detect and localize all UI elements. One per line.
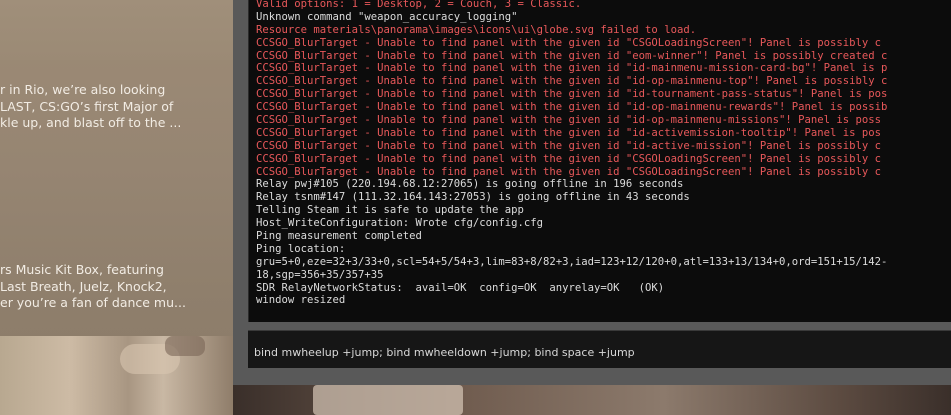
console-log-line: 18,sgp=356+35/357+35 [256, 268, 384, 281]
news-item-image [0, 336, 233, 415]
console-error-line: CCSGO_BlurTarget - Unable to find panel … [256, 152, 882, 165]
console-error-line: CCSGO_BlurTarget - Unable to find panel … [256, 101, 888, 114]
console-error-line: Resource materials\panorama\images\icons… [256, 23, 697, 36]
console-command-input[interactable] [254, 344, 944, 360]
news-item-1-line: LAST, CS:GO’s first Major of [0, 98, 174, 114]
console-log-line: Relay tsnm#147 (111.32.164.143:27053) is… [256, 191, 690, 204]
console-error-line: CCSGO_BlurTarget - Unable to find panel … [256, 88, 888, 101]
console-log: Valid options: 1 = Desktop, 2 = Couch, 3… [256, 0, 887, 307]
news-item-2-line: rs Music Kit Box, featuring [0, 262, 164, 277]
console-log-line: gru=5+0,eze=32+3/33+0,scl=54+5/54+3,lim=… [256, 255, 888, 268]
background-highlight [313, 385, 463, 415]
console-log-line: Ping location: [256, 242, 346, 255]
console-error-line: Valid options: 1 = Desktop, 2 = Couch, 3… [256, 0, 582, 10]
news-item-1-line: kle up, and blast off to the ... [0, 115, 182, 130]
console-log-line: Telling Steam it is safe to update the a… [256, 204, 524, 217]
console-log-line: Host_WriteConfiguration: Wrote cfg/confi… [256, 217, 544, 230]
console-error-line: CCSGO_BlurTarget - Unable to find panel … [256, 62, 888, 75]
news-item-2-line: Last Breath, Juelz, Knock2, [0, 278, 167, 294]
news-item-1[interactable]: r in Rio, we’re also looking LAST, CS:GO… [0, 82, 181, 132]
news-item-1-line: r in Rio, we’re also looking [0, 82, 166, 97]
console-log-line: window resized [256, 294, 346, 307]
background-image [233, 385, 951, 415]
news-item-2[interactable]: rs Music Kit Box, featuring Last Breath,… [0, 262, 186, 312]
console-log-line: Relay pwj#105 (220.194.68.12:27065) is g… [256, 178, 684, 191]
console-error-line: CCSGO_BlurTarget - Unable to find panel … [256, 126, 882, 139]
console-output[interactable]: Valid options: 1 = Desktop, 2 = Couch, 3… [248, 0, 951, 322]
console-window: Valid options: 1 = Desktop, 2 = Couch, 3… [233, 0, 951, 385]
console-error-line: CCSGO_BlurTarget - Unable to find panel … [256, 114, 882, 127]
news-item-2-line: er you’re a fan of dance mu... [0, 295, 186, 310]
console-command-bar [248, 330, 951, 369]
console-log-line: Unknown command "weapon_accuracy_logging… [256, 10, 518, 23]
console-frame-bottom [233, 368, 951, 385]
console-error-line: CCSGO_BlurTarget - Unable to find panel … [256, 36, 882, 49]
news-image-shadow [165, 336, 205, 356]
news-background [0, 0, 233, 60]
console-log-line: SDR RelayNetworkStatus: avail=OK config=… [256, 281, 665, 294]
console-error-line: CCSGO_BlurTarget - Unable to find panel … [256, 139, 882, 152]
news-panel: r in Rio, we’re also looking LAST, CS:GO… [0, 0, 233, 415]
console-log-line: Ping measurement completed [256, 230, 422, 243]
console-error-line: CCSGO_BlurTarget - Unable to find panel … [256, 75, 888, 88]
console-error-line: CCSGO_BlurTarget - Unable to find panel … [256, 49, 888, 62]
console-error-line: CCSGO_BlurTarget - Unable to find panel … [256, 165, 882, 178]
